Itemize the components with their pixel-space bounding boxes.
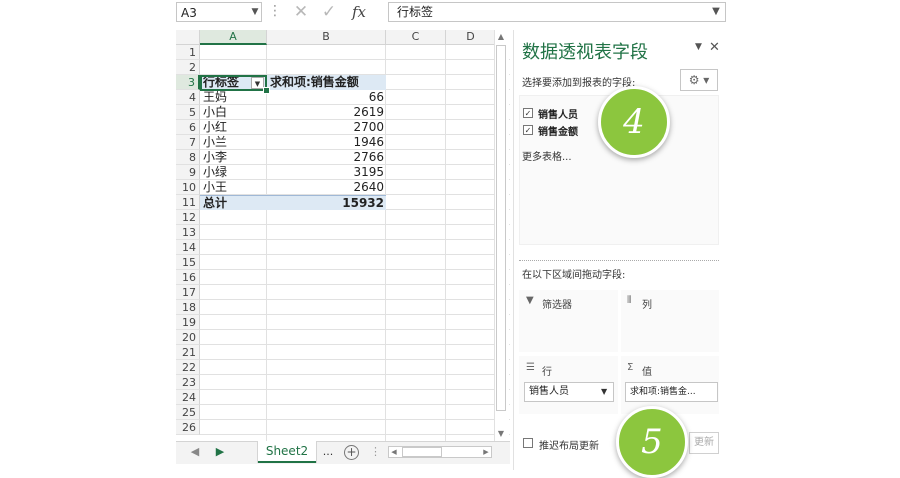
row-header[interactable]: 12 (176, 210, 200, 225)
row-header[interactable]: 20 (176, 330, 200, 345)
pivot-row-value[interactable]: 66 (267, 90, 386, 105)
close-icon[interactable]: ✕ (709, 40, 720, 55)
pivot-value-header[interactable]: 求和项:销售金额 (267, 75, 386, 90)
enter-icon[interactable]: ✓ (316, 2, 342, 22)
fx-icon[interactable]: fx (346, 2, 372, 22)
scroll-left-icon[interactable]: ◀ (388, 446, 400, 458)
pane-subtitle: 选择要添加到报表的字段: (522, 78, 636, 89)
pivot-row-name[interactable]: 小李 (200, 150, 267, 165)
vertical-scroll-thumb[interactable] (496, 45, 506, 411)
pivot-row-name[interactable]: 小兰 (200, 135, 267, 150)
horizontal-scroll-thumb[interactable] (402, 447, 442, 457)
filter-icon: ▼ (526, 295, 534, 306)
filters-area-title: 筛选器 (542, 300, 572, 311)
columns-area-title: 列 (642, 300, 652, 311)
values-area-title: 值 (642, 367, 652, 378)
rows-area-title: 行 (542, 367, 552, 378)
formula-bar-buttons: ✕ ✓ fx (288, 2, 384, 22)
prev-sheet-icon[interactable]: ◀ (188, 441, 202, 463)
sigma-icon: Σ (627, 362, 634, 373)
pivot-row-value[interactable]: 2619 (267, 105, 386, 120)
row-header[interactable]: 10 (176, 180, 200, 195)
row-header[interactable]: 18 (176, 300, 200, 315)
defer-update-label[interactable]: 推迟布局更新 (539, 437, 599, 452)
name-box-dropdown-icon[interactable]: ▼ (248, 2, 262, 22)
pivot-row-name[interactable]: 小绿 (200, 165, 267, 180)
more-tables-link[interactable]: 更多表格... (522, 148, 572, 163)
pivot-row-name[interactable]: 小白 (200, 105, 267, 120)
tab-splitter-icon[interactable]: ⋮ (370, 441, 381, 463)
row-header[interactable]: 14 (176, 240, 200, 255)
row-header[interactable]: 3 (176, 75, 200, 90)
formula-input[interactable]: 行标签 (388, 2, 726, 22)
scroll-right-icon[interactable]: ▶ (480, 446, 492, 458)
pane-title: 数据透视表字段 (522, 42, 648, 63)
row-header[interactable]: 13 (176, 225, 200, 240)
column-header-d[interactable]: D (446, 30, 496, 45)
worksheet-grid[interactable]: A B C D 1 2 3 4 5 6 7 8 9 10 11 12 13 14 15 16 17 18 19 20 2… (176, 30, 510, 442)
row-header[interactable]: 21 (176, 345, 200, 360)
pivot-total-label[interactable]: 总计 (200, 195, 267, 210)
row-header[interactable]: 7 (176, 135, 200, 150)
row-header[interactable]: 2 (176, 60, 200, 75)
more-sheets-button[interactable]: ... (320, 441, 336, 463)
row-header[interactable]: 23 (176, 375, 200, 390)
values-field-dropdown[interactable]: 求和项:销售金... (625, 382, 718, 402)
expand-formula-bar-icon[interactable]: ▼ (708, 2, 724, 22)
field-checkbox-sales-amount[interactable]: ✓ (523, 125, 533, 135)
pivot-row-value[interactable]: 3195 (267, 165, 386, 180)
row-header[interactable]: 5 (176, 105, 200, 120)
pane-splitter[interactable] (519, 260, 719, 262)
columns-icon: ⦀ (627, 295, 632, 306)
pivot-row-value[interactable]: 1946 (267, 135, 386, 150)
pivot-row-name[interactable]: 小王 (200, 180, 267, 195)
pivot-row-value[interactable]: 2640 (267, 180, 386, 195)
defer-update-checkbox[interactable] (523, 438, 533, 448)
row-header[interactable]: 25 (176, 405, 200, 420)
row-header[interactable]: 16 (176, 270, 200, 285)
field-checkbox-sales-person[interactable]: ✓ (523, 108, 533, 118)
row-header[interactable]: 8 (176, 150, 200, 165)
chevron-down-icon[interactable]: ▼ (601, 387, 607, 396)
scroll-down-icon[interactable]: ▼ (494, 428, 508, 440)
column-header-b[interactable]: B (267, 30, 386, 45)
row-header[interactable]: 9 (176, 165, 200, 180)
select-all-corner[interactable] (176, 30, 200, 45)
columns-area[interactable] (621, 290, 719, 352)
step-5-callout: 5 (616, 406, 688, 478)
field-label-sales-person[interactable]: 销售人员 (538, 106, 578, 121)
row-header[interactable]: 26 (176, 420, 200, 435)
update-button[interactable]: 更新 (689, 432, 719, 454)
formula-bar-grip-icon: ⋮ (268, 3, 282, 19)
row-header[interactable]: 19 (176, 315, 200, 330)
cancel-icon[interactable]: ✕ (288, 2, 314, 22)
pivot-row-value[interactable]: 2700 (267, 120, 386, 135)
row-header[interactable]: 17 (176, 285, 200, 300)
pivot-row-name[interactable]: 王妈 (200, 90, 267, 105)
row-header[interactable]: 11 (176, 195, 200, 210)
column-header-a[interactable]: A (200, 30, 267, 45)
row-header[interactable]: 24 (176, 390, 200, 405)
next-sheet-icon[interactable]: ▶ (213, 441, 227, 463)
row-header[interactable]: 1 (176, 45, 200, 60)
drag-fields-label: 在以下区域间拖动字段: (522, 270, 626, 281)
pane-menu-icon[interactable]: ▼ (695, 42, 702, 52)
add-sheet-icon[interactable]: + (344, 445, 359, 460)
row-header[interactable]: 6 (176, 120, 200, 135)
column-header-c[interactable]: C (386, 30, 446, 45)
pivot-total-value[interactable]: 15932 (267, 195, 386, 210)
row-header[interactable]: 4 (176, 90, 200, 105)
scroll-up-icon[interactable]: ▲ (494, 30, 508, 44)
pivot-row-name[interactable]: 小红 (200, 120, 267, 135)
rows-icon: ☰ (526, 362, 535, 373)
step-4-callout: 4 (598, 86, 670, 158)
row-header[interactable]: 15 (176, 255, 200, 270)
gear-icon[interactable]: ⚙ ▾ (680, 69, 718, 91)
pivot-row-value[interactable]: 2766 (267, 150, 386, 165)
field-label-sales-amount[interactable]: 销售金额 (538, 123, 578, 138)
sheet-tab-sheet2[interactable]: Sheet2 (258, 441, 316, 463)
row-header[interactable]: 22 (176, 360, 200, 375)
